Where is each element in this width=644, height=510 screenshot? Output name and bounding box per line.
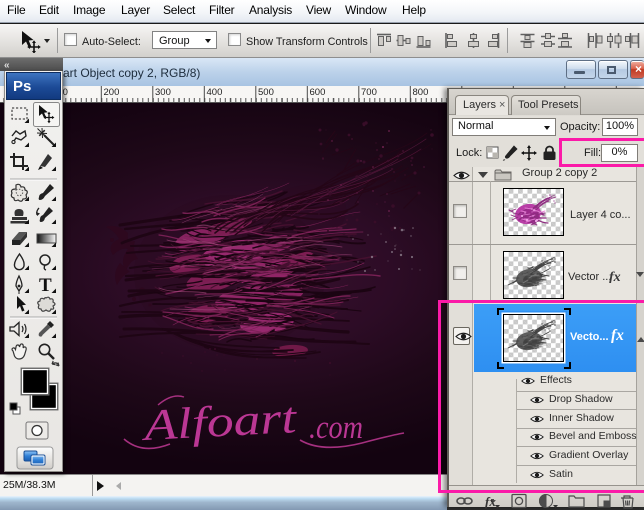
svg-text:400: 400 (207, 87, 223, 98)
svg-text:fx: fx (485, 494, 496, 509)
svg-text:700: 700 (361, 87, 377, 98)
svg-text:200: 200 (104, 87, 120, 98)
svg-text:600: 600 (310, 87, 326, 98)
svg-text:800: 800 (413, 87, 429, 98)
svg-text:Alfoart: Alfoart (139, 393, 299, 450)
svg-text:T: T (39, 275, 52, 296)
svg-text:500: 500 (258, 87, 274, 98)
svg-text:300: 300 (155, 87, 171, 98)
svg-text:.com: .com (309, 410, 363, 446)
